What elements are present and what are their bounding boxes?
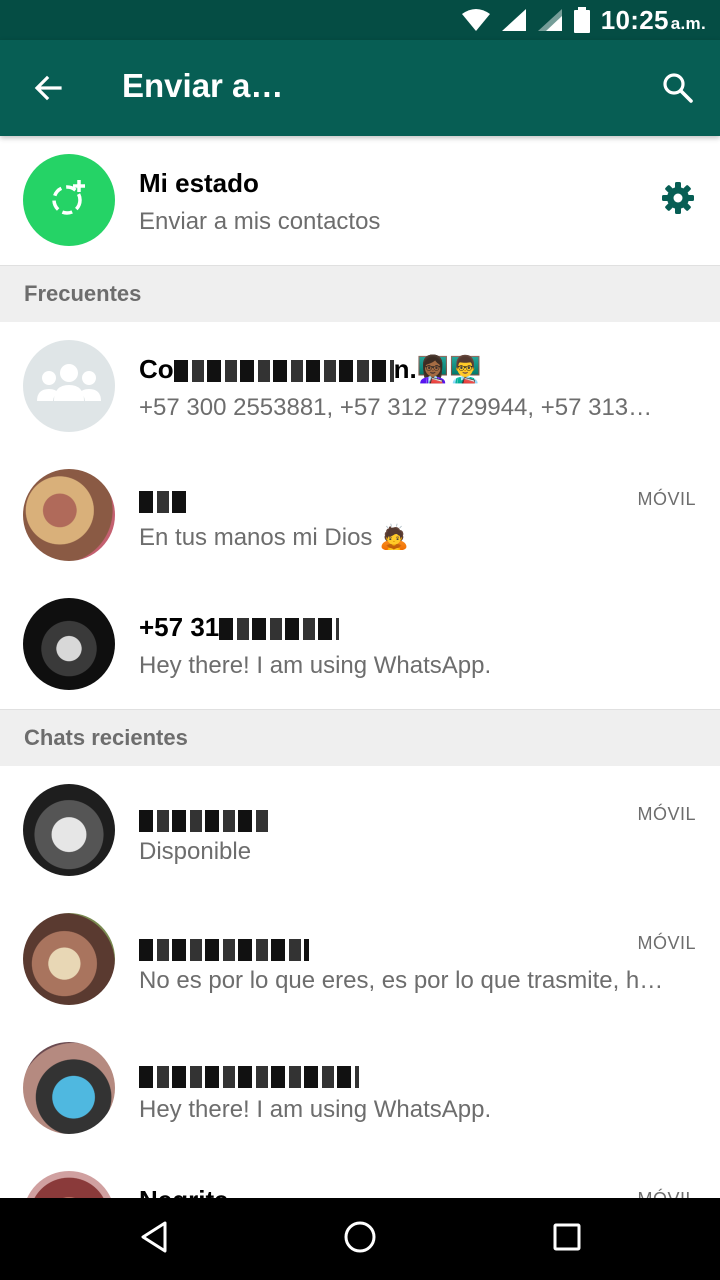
signal-icon-2	[537, 8, 563, 32]
contact-subtitle: +57 300 2553881, +57 312 7729944, +57 31…	[139, 394, 653, 421]
contact-name	[139, 933, 309, 964]
nav-back-icon	[139, 1220, 169, 1259]
contact-name: Co n.👩🏾‍🏫👨‍🏫	[139, 354, 482, 384]
avatar	[23, 340, 115, 432]
contact-name	[139, 485, 189, 516]
avatar	[23, 784, 115, 876]
signal-icon	[501, 8, 527, 32]
contact-type-label: MÓVIL	[637, 804, 696, 824]
avatar	[23, 1171, 115, 1198]
app-bar: Enviar a…	[0, 40, 720, 136]
my-status-title: Mi estado	[139, 168, 259, 198]
my-status-avatar	[23, 154, 115, 246]
contact-list[interactable]: Mi estado Enviar a mis contactos Frecuen…	[0, 136, 720, 1198]
my-status-subtitle: Enviar a mis contactos	[139, 208, 381, 235]
list-item[interactable]: MÓVIL No es por lo que eres, es por lo q…	[0, 895, 720, 1024]
battery-icon	[573, 7, 591, 33]
list-item[interactable]: Co n.👩🏾‍🏫👨‍🏫 +57 300 2553881, +57 312 772…	[0, 322, 720, 451]
nav-back-button[interactable]	[124, 1214, 184, 1264]
list-item[interactable]: Negrita MÓVIL	[0, 1153, 720, 1198]
wifi-icon	[461, 8, 491, 32]
add-status-icon	[49, 178, 89, 223]
contact-name: Negrita	[139, 1185, 229, 1198]
avatar	[23, 913, 115, 1005]
avatar	[23, 598, 115, 690]
contact-name: +57 31	[139, 612, 340, 643]
nav-home-button[interactable]	[330, 1214, 390, 1264]
search-icon	[662, 72, 694, 109]
my-status-row[interactable]: Mi estado Enviar a mis contactos	[0, 136, 720, 265]
list-item[interactable]: +57 31 Hey there! I am using WhatsApp.	[0, 580, 720, 709]
section-header-frequent: Frecuentes	[0, 265, 720, 322]
list-item[interactable]: MÓVIL Disponible	[0, 766, 720, 895]
list-item[interactable]: MÓVIL En tus manos mi Dios 🙇	[0, 451, 720, 580]
contact-type-label: MÓVIL	[637, 1189, 696, 1198]
contact-subtitle: Disponible	[139, 838, 252, 865]
contact-name	[139, 804, 269, 835]
page-title: Enviar a…	[122, 67, 284, 104]
system-navigation-bar	[0, 1198, 720, 1280]
nav-home-icon	[343, 1220, 377, 1259]
back-arrow-icon	[33, 73, 63, 108]
back-button[interactable]	[22, 64, 74, 116]
group-icon	[34, 361, 104, 412]
contact-subtitle: No es por lo que eres, es por lo que tra…	[139, 967, 664, 994]
search-button[interactable]	[652, 64, 704, 116]
gear-icon	[661, 181, 695, 220]
nav-recents-icon	[552, 1222, 582, 1257]
contact-subtitle: Hey there! I am using WhatsApp.	[139, 652, 492, 679]
avatar	[23, 1042, 115, 1134]
section-header-recent: Chats recientes	[0, 709, 720, 766]
contact-subtitle: En tus manos mi Dios 🙇	[139, 524, 409, 551]
clock: 10:25 a.m.	[600, 4, 706, 35]
list-item[interactable]: Hey there! I am using WhatsApp.	[0, 1024, 720, 1153]
system-status-bar: 10:25 a.m.	[0, 0, 720, 40]
contact-type-label: MÓVIL	[637, 933, 696, 953]
contact-name	[139, 1060, 359, 1091]
contact-subtitle: Hey there! I am using WhatsApp.	[139, 1096, 492, 1123]
avatar	[23, 469, 115, 561]
status-settings-button[interactable]	[658, 180, 698, 220]
nav-recents-button[interactable]	[537, 1214, 597, 1264]
contact-type-label: MÓVIL	[637, 489, 696, 509]
